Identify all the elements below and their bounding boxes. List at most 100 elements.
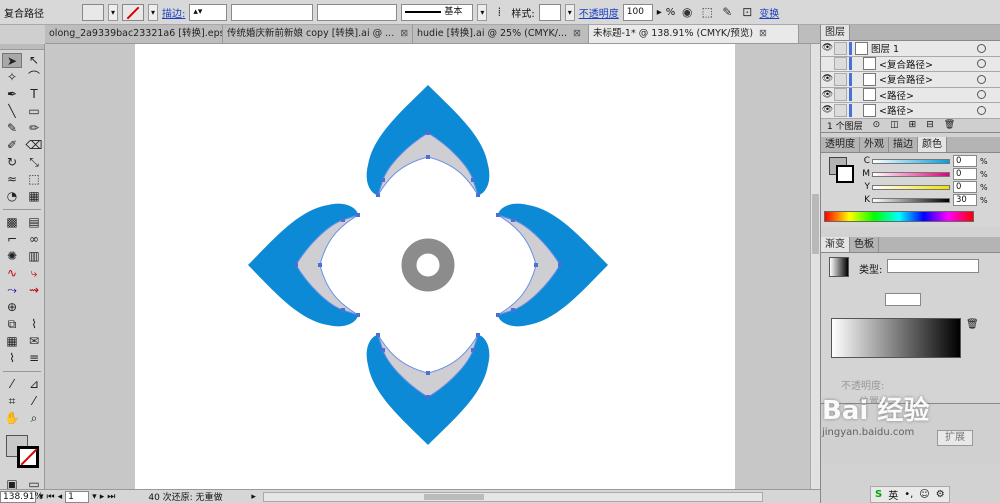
layer-row[interactable]: 👁 <复合路径>: [821, 72, 1000, 88]
direct-selection-tool-icon[interactable]: ↖: [24, 53, 44, 68]
anchor-point[interactable]: [356, 313, 360, 317]
artboard-tool-icon[interactable]: ⧉: [2, 317, 22, 332]
lock-toggle[interactable]: [834, 72, 847, 86]
anchor-point[interactable]: [376, 333, 380, 337]
anchor-point[interactable]: [294, 263, 298, 267]
target-icon[interactable]: [977, 43, 986, 53]
tab-layers[interactable]: 图层: [821, 25, 850, 40]
gradient-thumbnail[interactable]: [829, 256, 849, 277]
eye-icon[interactable]: 👁: [821, 105, 834, 115]
paintbrush-tool-icon[interactable]: ✎: [2, 121, 22, 136]
shape-builder-tool-icon[interactable]: ◔: [2, 189, 22, 204]
rotate-tool-icon[interactable]: ↻: [2, 155, 22, 170]
lock-toggle[interactable]: [834, 57, 847, 71]
channel-slider[interactable]: [872, 171, 950, 177]
anchor-point[interactable]: [426, 131, 430, 135]
crop-icon[interactable]: ⌗: [2, 394, 22, 409]
channel-value[interactable]: 0: [953, 155, 977, 167]
fill-stroke-swatches[interactable]: [2, 433, 42, 473]
anchor-point[interactable]: [471, 348, 475, 352]
line-tool-icon[interactable]: ╲: [2, 104, 22, 119]
slice-tool-icon[interactable]: ⌇: [24, 317, 44, 332]
ime-tools-icon[interactable]: ⚙: [936, 489, 945, 500]
gradient-tool-icon[interactable]: ▤: [24, 215, 44, 230]
prev-page-icon[interactable]: ◂: [58, 492, 63, 502]
artboard[interactable]: [135, 44, 735, 489]
next-page-icon[interactable]: ▸: [100, 492, 105, 502]
close-icon[interactable]: ⊠: [759, 25, 767, 43]
style-dropdown[interactable]: ▾: [564, 3, 575, 21]
stroke-weight-input[interactable]: ▴▾: [189, 3, 228, 21]
curve-tool-icon[interactable]: ∿: [2, 266, 22, 281]
lasso-tool-icon[interactable]: ⌒: [24, 70, 44, 85]
horizontal-scrollbar[interactable]: [262, 491, 763, 502]
anchor-point[interactable]: [341, 218, 345, 222]
anchor-point[interactable]: [381, 178, 385, 182]
layer-row[interactable]: 👁 图层 1: [821, 41, 1000, 57]
flower-artwork[interactable]: [248, 85, 608, 445]
knife-icon[interactable]: ⁄: [24, 394, 44, 409]
eyedropper-icon[interactable]: ⁄: [2, 377, 22, 392]
perspective-grid-tool-icon[interactable]: ▦: [24, 189, 44, 204]
status-menu-icon[interactable]: ▸: [251, 492, 256, 502]
clip-mask-icon[interactable]: ◫: [890, 120, 899, 130]
ime-mode[interactable]: 英: [888, 487, 898, 502]
anchor-point[interactable]: [471, 178, 475, 182]
rectangle-tool-icon[interactable]: ▭: [24, 104, 44, 119]
graph-tool-icon[interactable]: ▥: [24, 249, 44, 264]
link-tool-icon[interactable]: ⇝: [24, 283, 44, 298]
channel-slider[interactable]: [872, 158, 950, 164]
layer-row[interactable]: 👁 <路径>: [821, 103, 1000, 119]
anchor-point[interactable]: [534, 263, 538, 267]
pencil-tool-icon[interactable]: ✏: [24, 121, 44, 136]
opacity-input[interactable]: 100: [622, 3, 653, 21]
anchor-point[interactable]: [558, 263, 562, 267]
opacity-link[interactable]: 不透明度: [579, 5, 619, 20]
free-transform-tool-icon[interactable]: ⬚: [24, 172, 44, 187]
new-sublayer-icon[interactable]: ⊞: [909, 120, 917, 130]
petal[interactable]: [366, 85, 490, 197]
stroke-link[interactable]: 描边:: [162, 5, 185, 20]
opacity-dropdown-icon[interactable]: ▸: [657, 7, 662, 18]
brush-select[interactable]: [317, 3, 398, 21]
trash-icon[interactable]: 🗑: [944, 120, 955, 130]
zoom-tool-icon[interactable]: ⌕: [24, 411, 44, 426]
doc-tab[interactable]: 传统婚庆新前新娘 copy [转换].ai @ ... ⊠: [223, 25, 413, 43]
tab-swatches[interactable]: 色板: [850, 236, 879, 252]
select-similar-icon[interactable]: ✎: [719, 4, 735, 20]
petal[interactable]: [496, 203, 608, 327]
column-graph-icon[interactable]: ▦: [2, 334, 22, 349]
isolate-icon[interactable]: ⊡: [739, 4, 755, 20]
lock-toggle[interactable]: [834, 41, 847, 55]
target-icon[interactable]: [977, 90, 986, 100]
target-icon[interactable]: [977, 105, 986, 115]
eyedropper-tool-icon[interactable]: ⌐: [2, 232, 22, 247]
channel-slider[interactable]: [872, 184, 950, 190]
fill-dropdown[interactable]: ▾: [108, 3, 118, 21]
hand-tool-icon[interactable]: ✋: [2, 411, 22, 426]
anchor-point[interactable]: [318, 263, 322, 267]
gradient-slider[interactable]: [831, 317, 961, 358]
scale-tool-icon[interactable]: ⤡: [24, 155, 44, 170]
stroke-swatch[interactable]: [122, 3, 144, 21]
doc-tab-active[interactable]: 未标题-1* @ 138.91% (CMYK/预览) ⊠: [589, 25, 799, 43]
stroke-profile-select[interactable]: 基本: [401, 3, 474, 21]
transform-link[interactable]: 变换: [759, 5, 779, 20]
color-spectrum[interactable]: [824, 210, 974, 222]
anchor-point[interactable]: [511, 308, 515, 312]
anchor-point[interactable]: [496, 213, 500, 217]
align-icon[interactable]: ⁞: [491, 4, 507, 20]
fill-swatch[interactable]: [82, 3, 104, 21]
vertical-scrollbar[interactable]: [810, 44, 820, 489]
envelope-icon[interactable]: ✉: [24, 334, 44, 349]
mesh-tool-icon[interactable]: ▩: [2, 215, 22, 230]
anchor-point[interactable]: [426, 395, 430, 399]
anchor-point[interactable]: [511, 218, 515, 222]
anchor-point[interactable]: [381, 348, 385, 352]
measure-icon[interactable]: ⊿: [24, 377, 44, 392]
target-icon[interactable]: [977, 74, 986, 84]
layer-row[interactable]: 👁 <路径>: [821, 87, 1000, 103]
list-icon[interactable]: ≡: [24, 351, 44, 366]
anchor-point[interactable]: [426, 371, 430, 375]
anchor-point[interactable]: [376, 193, 380, 197]
